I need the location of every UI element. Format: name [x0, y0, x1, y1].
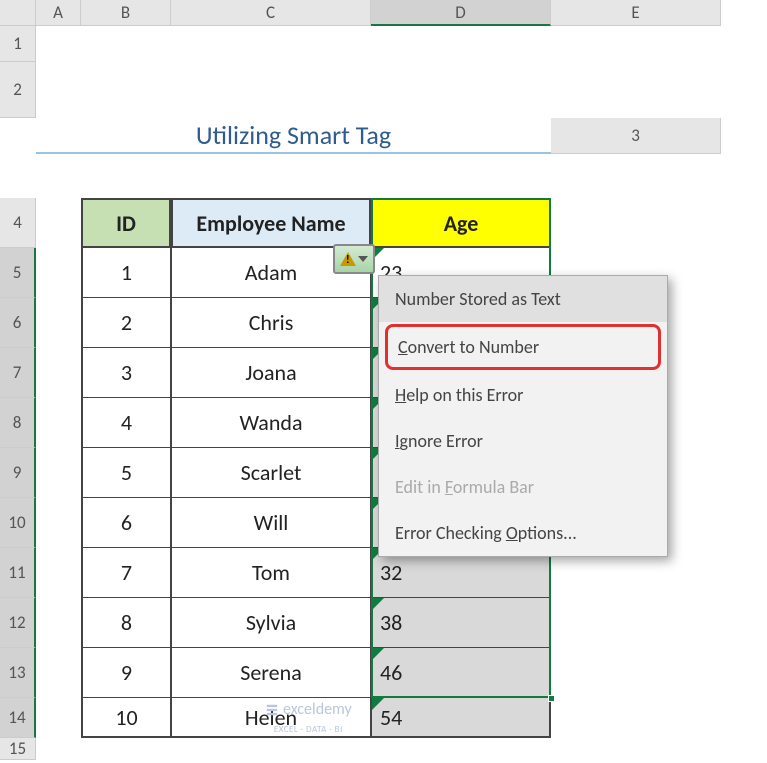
cell-id[interactable]: 8 — [81, 598, 171, 648]
cell[interactable] — [36, 398, 81, 448]
menu-convert-to-number[interactable]: Convert to Number — [385, 324, 661, 370]
cell[interactable] — [36, 498, 81, 548]
cell[interactable] — [36, 698, 81, 738]
cell[interactable] — [36, 62, 81, 118]
cell-id[interactable]: 9 — [81, 648, 171, 698]
chevron-down-icon — [358, 256, 368, 262]
cell-name[interactable]: Tom — [171, 548, 371, 598]
cell-id[interactable]: 1 — [81, 248, 171, 298]
cell[interactable] — [36, 548, 81, 598]
row-header-12[interactable]: 12 — [0, 598, 36, 648]
row-header-11[interactable]: 11 — [0, 548, 36, 598]
logo-icon — [265, 703, 279, 717]
row-header-6[interactable]: 6 — [0, 298, 36, 348]
cell[interactable] — [36, 298, 81, 348]
cell-id[interactable]: 6 — [81, 498, 171, 548]
cell[interactable] — [36, 248, 81, 298]
row-header-10[interactable]: 10 — [0, 498, 36, 548]
row-header-13[interactable]: 13 — [0, 648, 36, 698]
row-header-8[interactable]: 8 — [0, 398, 36, 448]
cell[interactable] — [36, 648, 81, 698]
cell-name[interactable]: Joana — [171, 348, 371, 398]
smart-tag-menu: Number Stored as Text Convert to Number … — [378, 275, 668, 557]
cell-id[interactable]: 10 — [81, 698, 171, 738]
cell-id[interactable]: 2 — [81, 298, 171, 348]
menu-help-on-error[interactable]: Help on this Error — [379, 372, 667, 418]
row-header-14[interactable]: 14 — [0, 698, 36, 738]
cell[interactable] — [551, 198, 721, 248]
col-header-c[interactable]: C — [171, 0, 371, 26]
cell-age[interactable]: 54 — [371, 698, 551, 738]
menu-edit-formula-bar: Edit in Formula Bar — [379, 464, 667, 510]
row-header-7[interactable]: 7 — [0, 348, 36, 398]
error-indicator-icon — [372, 698, 384, 710]
row-header-3[interactable]: 3 — [551, 118, 721, 154]
cell-age[interactable]: 38 — [371, 598, 551, 648]
cell[interactable] — [36, 448, 81, 498]
row-header-15[interactable]: 15 — [0, 738, 36, 760]
cell[interactable] — [551, 648, 721, 698]
col-header-e[interactable]: E — [551, 0, 721, 26]
cell-id[interactable]: 3 — [81, 348, 171, 398]
cell-age[interactable]: 46 — [371, 648, 551, 698]
menu-ignore-error[interactable]: Ignore Error — [379, 418, 667, 464]
cell-name[interactable]: Serena — [171, 648, 371, 698]
header-name[interactable]: Employee Name — [171, 198, 371, 248]
header-id[interactable]: ID — [81, 198, 171, 248]
cell-name[interactable]: Sylvia — [171, 598, 371, 648]
menu-title: Number Stored as Text — [379, 276, 667, 322]
title-cell[interactable]: Utilizing Smart Tag — [36, 118, 551, 154]
header-age[interactable]: Age — [371, 198, 551, 248]
cell-id[interactable]: 5 — [81, 448, 171, 498]
cell[interactable] — [36, 198, 81, 248]
cell[interactable] — [551, 598, 721, 648]
cell[interactable] — [36, 348, 81, 398]
cell-name[interactable]: Chris — [171, 298, 371, 348]
warning-icon — [340, 252, 356, 266]
cell[interactable] — [36, 738, 721, 760]
row-header-2[interactable]: 2 — [0, 62, 36, 118]
col-header-d[interactable]: D — [371, 0, 551, 26]
watermark: exceldemy EXCEL · DATA · BI — [265, 700, 352, 735]
selection-fill-handle[interactable] — [548, 695, 555, 702]
row-header-9[interactable]: 9 — [0, 448, 36, 498]
menu-error-checking-options[interactable]: Error Checking Options... — [379, 510, 667, 556]
cell[interactable] — [36, 26, 721, 62]
select-all-corner[interactable] — [0, 0, 36, 26]
col-header-b[interactable]: B — [81, 0, 171, 26]
cell[interactable] — [36, 154, 721, 198]
row-header-4[interactable]: 4 — [0, 198, 36, 248]
cell[interactable] — [551, 698, 721, 738]
cell-id[interactable]: 4 — [81, 398, 171, 448]
col-header-a[interactable]: A — [36, 0, 81, 26]
error-indicator-icon — [372, 648, 384, 660]
row-header-1[interactable]: 1 — [0, 26, 36, 62]
cell-id[interactable]: 7 — [81, 548, 171, 598]
cell-name[interactable]: Wanda — [171, 398, 371, 448]
row-header-5[interactable]: 5 — [0, 248, 36, 298]
smart-tag-button[interactable] — [333, 244, 375, 274]
cell[interactable] — [36, 598, 81, 648]
cell-name[interactable]: Scarlet — [171, 448, 371, 498]
cell-name[interactable]: Will — [171, 498, 371, 548]
error-indicator-icon — [372, 598, 384, 610]
